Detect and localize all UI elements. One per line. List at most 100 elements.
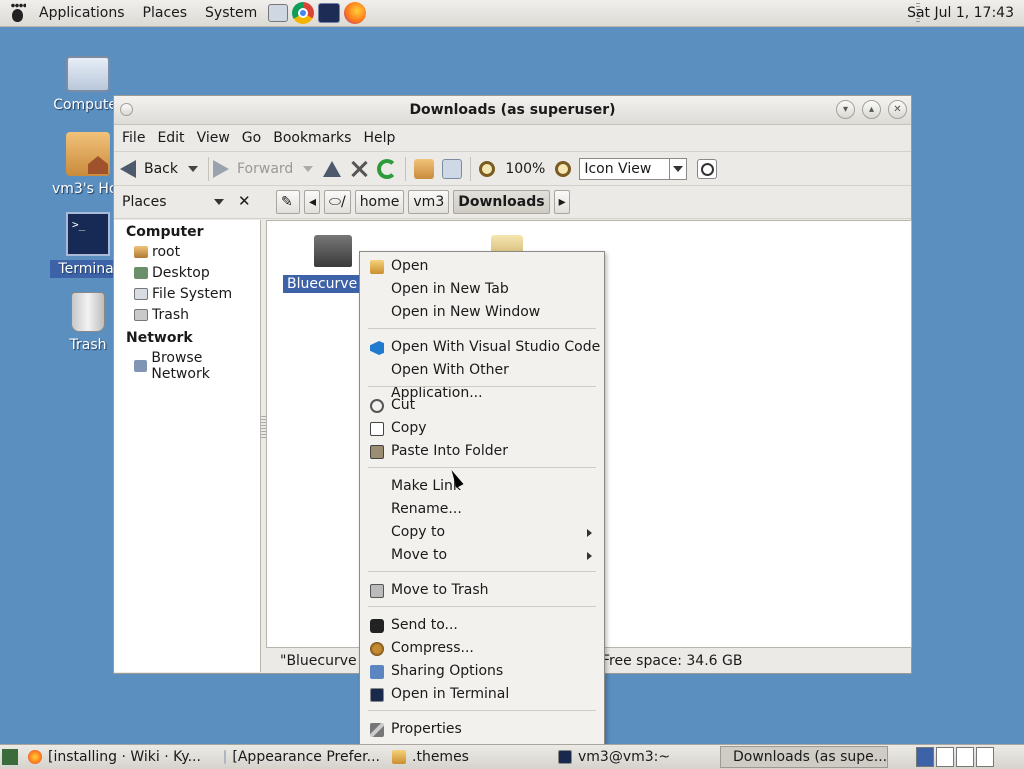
maximize-button[interactable]: ▴ (862, 100, 881, 119)
workspace-1[interactable] (916, 747, 934, 767)
task-themes[interactable]: .themes (386, 746, 552, 768)
menu-item-sharing-options[interactable]: Sharing Options (360, 660, 604, 683)
menu-bookmarks[interactable]: Bookmarks (267, 130, 357, 146)
gnome-foot-icon[interactable] (8, 3, 28, 23)
firefox-icon[interactable] (344, 2, 367, 24)
drive-icon (134, 288, 148, 300)
up-icon[interactable] (323, 160, 342, 177)
sidebar-item-browse-network[interactable]: Browse Network (114, 348, 260, 385)
sidebar-selector-label: Places (122, 194, 167, 210)
path-home-button[interactable]: home (354, 190, 405, 214)
menu-item-compress[interactable]: Compress... (360, 637, 604, 660)
menu-item-open-new-window[interactable]: Open in New Window (360, 301, 604, 324)
show-desktop-icon[interactable] (2, 749, 18, 765)
zoom-out-icon[interactable] (479, 160, 496, 177)
menu-item-copy-to[interactable]: Copy to (360, 521, 604, 544)
folder-icon (314, 235, 353, 267)
close-button[interactable]: ✕ (888, 100, 907, 119)
path-scroll-left-button[interactable]: ◂ (304, 190, 320, 214)
task-terminal[interactable]: vm3@vm3:~ (552, 746, 720, 768)
scissors-icon (370, 399, 384, 413)
menu-go[interactable]: Go (236, 130, 267, 146)
stop-icon[interactable] (349, 159, 369, 179)
path-downloads-button[interactable]: Downloads (453, 190, 550, 214)
system-monitor-icon[interactable] (268, 4, 289, 22)
view-mode-select[interactable]: Icon View (579, 157, 688, 180)
sidebar-item-root[interactable]: root (114, 242, 260, 263)
chrome-icon[interactable] (292, 2, 315, 24)
home-icon[interactable] (414, 158, 435, 179)
sidebar-selector[interactable]: Places ✕ (114, 186, 262, 218)
minimize-button[interactable]: ▾ (836, 100, 855, 119)
context-menu: Open Open in New Tab Open in New Window … (359, 251, 605, 745)
sidebar-section-computer: Computer (126, 224, 204, 240)
menu-separator (368, 386, 596, 387)
sidebar-item-file-system[interactable]: File System (114, 284, 260, 305)
workspace-2[interactable] (936, 747, 954, 767)
terminal-icon (370, 688, 384, 702)
menu-item-properties[interactable]: Properties (360, 718, 604, 741)
menu-item-open-new-tab[interactable]: Open in New Tab (360, 278, 604, 301)
folder-icon (392, 750, 406, 764)
zoom-in-icon[interactable] (555, 160, 572, 177)
task-appearance-preferences[interactable]: [Appearance Prefer... (218, 746, 386, 768)
menu-file[interactable]: File (116, 130, 151, 146)
title-bar[interactable]: Downloads (as superuser) ▾ ▴ ✕ (114, 96, 911, 125)
menu-item-send-to[interactable]: Send to... (360, 614, 604, 637)
forward-label: Forward (237, 160, 294, 177)
applications-menu[interactable]: Applications (30, 0, 134, 26)
menu-separator (368, 328, 596, 329)
send-icon (370, 619, 384, 633)
path-scroll-right-button[interactable]: ▸ (553, 190, 570, 214)
menu-separator (368, 467, 596, 468)
menu-item-rename[interactable]: Rename... (360, 498, 604, 521)
archive-icon (370, 642, 384, 656)
clock[interactable]: Sat Jul 1, 17:43 (907, 0, 1014, 26)
places-sidebar: Computer root Desktop File System Trash … (114, 220, 261, 672)
menu-item-open[interactable]: Open (360, 255, 604, 278)
sidebar-item-desktop[interactable]: Desktop (114, 263, 260, 284)
workspace-3[interactable] (956, 747, 974, 767)
task-downloads[interactable]: Downloads (as supe... (720, 746, 888, 768)
taskbar: [installing · Wiki · Ky... [Appearance P… (0, 744, 1024, 769)
network-icon (134, 360, 148, 372)
search-icon[interactable] (697, 158, 718, 179)
menu-item-open-vscode[interactable]: Open With Visual Studio Code (360, 336, 604, 359)
zoom-level[interactable]: 100% (505, 161, 545, 177)
menu-item-copy[interactable]: Copy (360, 417, 604, 440)
menu-item-paste-into-folder[interactable]: Paste Into Folder (360, 440, 604, 463)
vscode-icon (370, 341, 384, 355)
menu-item-open-other[interactable]: Open With Other Application... (360, 359, 604, 401)
menu-item-open-terminal[interactable]: Open in Terminal (360, 683, 604, 706)
trash-icon (134, 309, 148, 321)
sidebar-item-trash[interactable]: Trash (114, 305, 260, 326)
terminal-launcher-icon[interactable] (318, 3, 341, 23)
places-menu[interactable]: Places (134, 0, 197, 26)
system-menu[interactable]: System (196, 0, 266, 26)
forward-history-dropdown[interactable] (303, 165, 314, 172)
menu-item-move-to[interactable]: Move to (360, 544, 604, 567)
back-history-dropdown[interactable] (188, 165, 198, 172)
menu-edit[interactable]: Edit (151, 130, 190, 146)
forward-button[interactable]: Forward (213, 159, 314, 178)
edit-location-button[interactable]: ✎ (276, 190, 300, 214)
task-installing-wiki[interactable]: [installing · Wiki · Ky... (22, 746, 218, 768)
workspace-4[interactable] (976, 747, 994, 767)
top-panel: Applications Places System Sat Jul 1, 17… (0, 0, 1024, 27)
firefox-icon (28, 750, 42, 764)
terminal-icon (558, 750, 572, 764)
reload-icon[interactable] (377, 158, 398, 179)
path-root-button[interactable]: ⬭/ (324, 190, 351, 214)
menu-view[interactable]: View (191, 130, 236, 146)
menu-help[interactable]: Help (357, 130, 401, 146)
terminal-icon: >_ (66, 212, 110, 256)
back-button[interactable]: Back (120, 159, 198, 178)
menu-item-cut[interactable]: Cut (360, 394, 604, 417)
menu-item-move-to-trash[interactable]: Move to Trash (360, 579, 604, 602)
back-arrow-icon (120, 159, 136, 178)
close-sidebar-icon[interactable]: ✕ (238, 192, 251, 210)
menu-item-make-link[interactable]: Make Link (360, 475, 604, 498)
path-vm3-button[interactable]: vm3 (408, 190, 450, 214)
computer-icon[interactable] (442, 158, 463, 179)
folder-icon (134, 246, 148, 258)
